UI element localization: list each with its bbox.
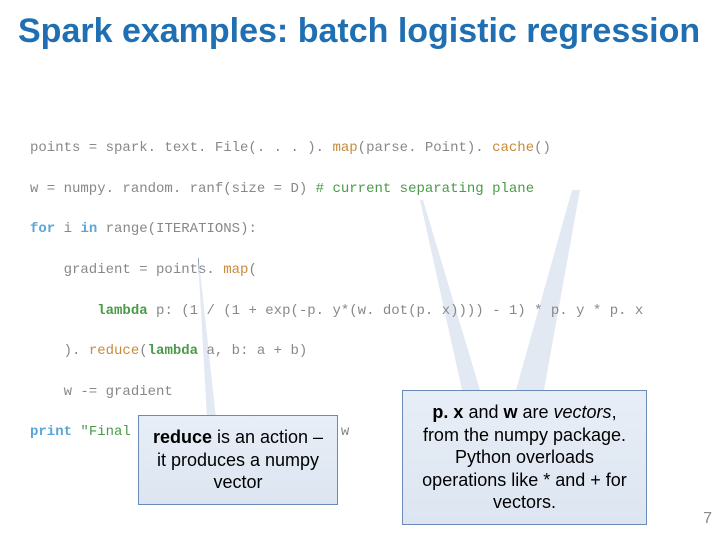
code-text: p: (1 / (1 + exp(-p. y*(w. dot(p. x)))) …	[148, 303, 644, 319]
code-keyword: print	[30, 424, 72, 440]
code-text: points = spark. text. File(. . . ).	[30, 140, 332, 156]
code-method: map	[223, 262, 248, 278]
callout-bold: w	[503, 402, 517, 422]
code-text: gradient = points.	[30, 262, 223, 278]
callout-reduce: reduce is an action – it produces a nump…	[138, 415, 338, 505]
callout-bold: p. x	[432, 402, 463, 422]
code-text: w = numpy. random. ranf(size = D)	[30, 181, 316, 197]
code-method: map	[332, 140, 357, 156]
callout-text: and	[463, 402, 503, 422]
code-text: (parse. Point).	[358, 140, 492, 156]
code-keyword: in	[80, 221, 97, 237]
code-comment: # current separating plane	[316, 181, 534, 197]
code-text: range(ITERATIONS):	[97, 221, 257, 237]
code-text: a, b: a + b)	[198, 343, 307, 359]
code-keyword: for	[30, 221, 55, 237]
page-number: 7	[703, 510, 712, 528]
code-text: (	[248, 262, 256, 278]
code-text: ()	[534, 140, 551, 156]
callout-vectors: p. x and w are vectors, from the numpy p…	[402, 390, 647, 525]
callout-italic: vectors	[554, 402, 612, 422]
callout-text: are	[518, 402, 554, 422]
code-method: cache	[492, 140, 534, 156]
code-text: ).	[30, 343, 89, 359]
code-text: w -= gradient	[30, 384, 173, 400]
code-text: (	[139, 343, 147, 359]
code-text: i	[55, 221, 80, 237]
code-method: reduce	[89, 343, 139, 359]
code-keyword: lambda	[97, 303, 147, 319]
code-keyword: lambda	[148, 343, 198, 359]
slide-title: Spark examples: batch logistic regressio…	[0, 0, 720, 51]
code-text	[30, 303, 97, 319]
callout-bold: reduce	[153, 427, 212, 447]
